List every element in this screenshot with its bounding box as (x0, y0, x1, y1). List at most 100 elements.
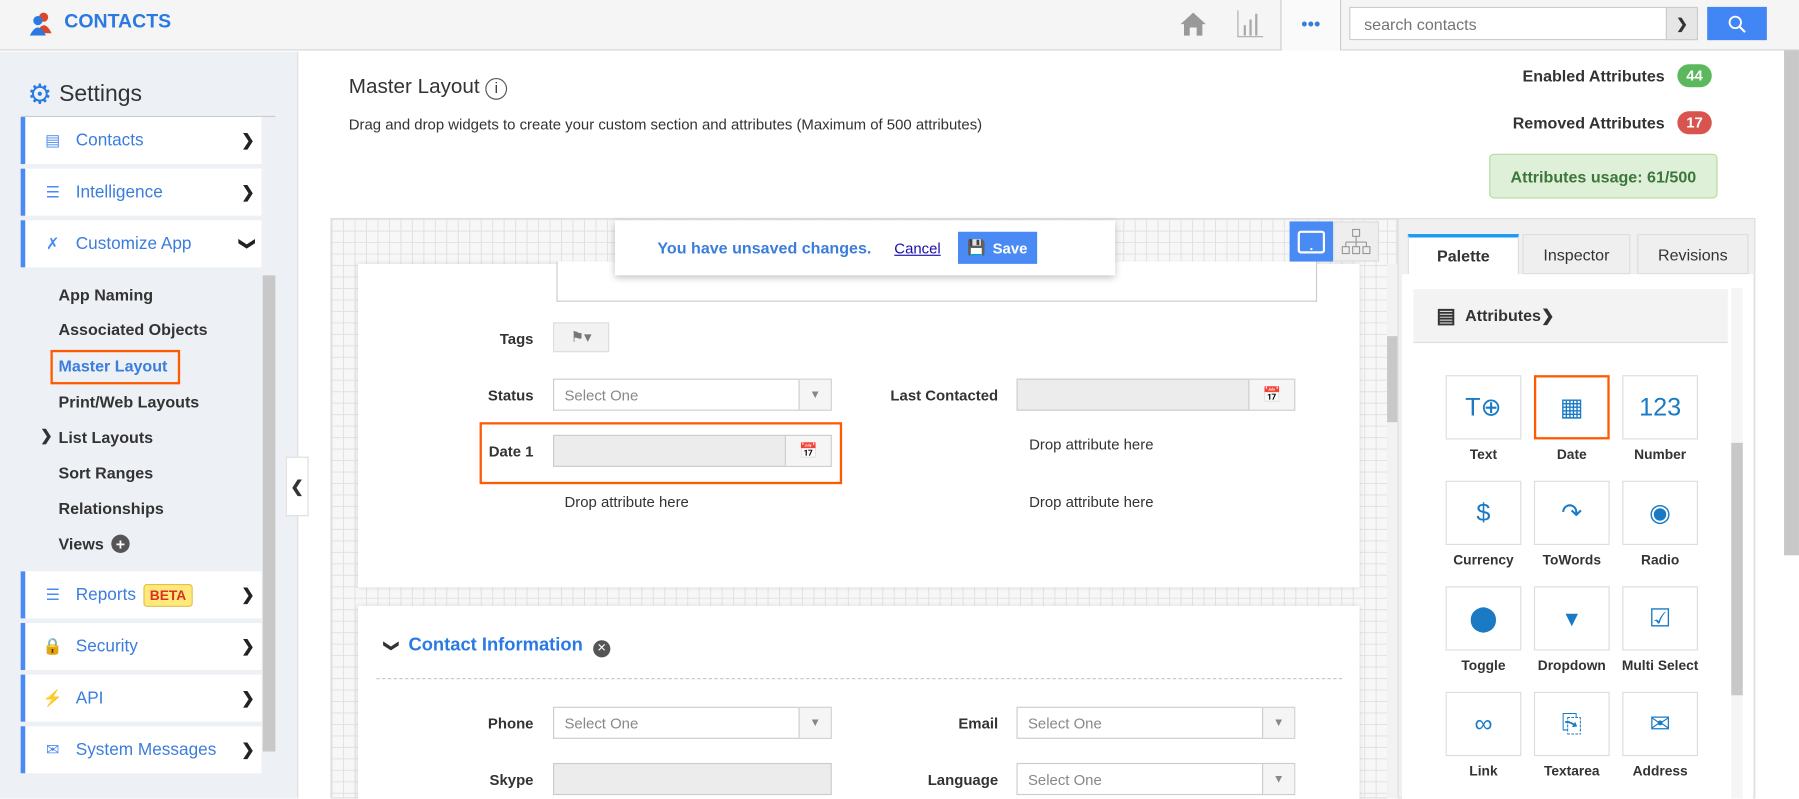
sitemap-icon (1341, 228, 1371, 254)
search-button[interactable] (1707, 6, 1767, 41)
widget-address[interactable]: ✉ (1622, 691, 1699, 757)
subitem-sort-ranges[interactable]: Sort Ranges (59, 464, 154, 482)
subitem-relationships[interactable]: Relationships (59, 499, 164, 517)
multi-select-icon: ☑ (1648, 603, 1672, 633)
chevron-right-icon: ❯ (241, 740, 255, 759)
subitem-print-web-layouts[interactable]: Print/Web Layouts (59, 392, 200, 410)
info-icon[interactable]: i (485, 78, 508, 100)
sidebar-item-reports[interactable]: ☰ Reports BETA ❯ (20, 571, 262, 619)
sidebar-item-contacts[interactable]: ▤ Contacts ❯ (20, 117, 262, 165)
subitem-associated-objects[interactable]: Associated Objects (59, 320, 208, 338)
chevron-down-icon[interactable]: ❯ (383, 640, 401, 653)
date1-input[interactable]: 📅 (552, 434, 832, 467)
drop-zone[interactable]: Drop attribute here (564, 493, 688, 510)
drop-zone[interactable]: Drop attribute here (1029, 493, 1153, 510)
subitem-master-layout[interactable]: Master Layout (59, 357, 168, 375)
desktop-view-button[interactable] (1289, 221, 1334, 262)
attributes-header[interactable]: ▤ Attributes ❯ (1413, 289, 1728, 344)
widget-label: Link (1469, 762, 1498, 780)
contacts-logo-icon (29, 12, 52, 36)
cancel-link[interactable]: Cancel (894, 239, 940, 256)
message-icon: ✉ (46, 740, 60, 759)
date1-label: Date 1 (488, 442, 534, 461)
widget-link[interactable]: ∞ (1445, 691, 1522, 757)
widget-label: Multi Select (1621, 657, 1699, 674)
widget-text[interactable]: T⊕ (1445, 375, 1522, 440)
widget-label: Date (1556, 446, 1587, 463)
language-label: Language (927, 770, 999, 789)
tags-dropdown-button[interactable]: ⚑ ▾ (552, 322, 610, 353)
tab-revisions[interactable]: Revisions (1637, 234, 1749, 275)
subitem-views[interactable]: Views (59, 535, 104, 553)
unsaved-changes-bar: You have unsaved changes. Cancel 💾 Save (614, 220, 1116, 276)
widget-date[interactable]: ▦ (1533, 375, 1610, 440)
language-select[interactable]: Select One ▼ (1016, 762, 1296, 796)
caret-down-icon: ▼ (1262, 764, 1295, 794)
chevron-down-icon: ❯ (239, 237, 258, 251)
caret-down-icon: ▼ (798, 707, 831, 738)
calendar-icon: ▦ (1559, 392, 1584, 422)
enabled-count-badge: 44 (1677, 64, 1712, 88)
widget-label: Text (1469, 446, 1498, 463)
drop-zone[interactable]: Drop attribute here (1029, 436, 1153, 453)
widget-textarea[interactable]: ⎘ (1533, 691, 1610, 757)
sidebar-item-system-messages[interactable]: ✉ System Messages ❯ (20, 726, 262, 774)
widget-number[interactable]: 123 (1622, 375, 1699, 440)
phone-select[interactable]: Select One ▼ (552, 706, 832, 739)
search-icon (1728, 15, 1746, 33)
search-dropdown-chevron-icon[interactable]: ❯ (1665, 6, 1699, 41)
skype-input[interactable] (552, 762, 832, 796)
sidebar-item-label: System Messages (75, 740, 217, 760)
sidebar-scrollbar[interactable] (262, 275, 276, 752)
widget-towords[interactable]: ↷ (1533, 480, 1610, 545)
widget-currency[interactable]: $ (1445, 480, 1522, 545)
removed-attributes[interactable]: Removed Attributes 17 (1512, 111, 1712, 135)
sidebar-item-intelligence[interactable]: ☰ Intelligence ❯ (20, 168, 262, 216)
last-contacted-input[interactable]: 📅 (1016, 378, 1296, 411)
radio-icon: ◉ (1649, 497, 1672, 527)
more-menu-button[interactable]: ••• (1280, 0, 1342, 51)
beta-badge: BETA (142, 583, 194, 607)
page-scrollbar[interactable] (1784, 50, 1799, 556)
remove-section-icon[interactable]: ✕ (593, 640, 611, 658)
sidebar-item-customize-app[interactable]: ✗ Customize App ❯ (20, 220, 262, 268)
textarea-icon: ⎘ (1561, 709, 1582, 738)
tools-icon: ✗ (46, 234, 60, 253)
calendar-icon[interactable]: 📅 (1248, 379, 1295, 410)
tab-inspector[interactable]: Inspector (1522, 234, 1631, 275)
floppy-icon: 💾 (967, 238, 986, 256)
widget-multi-select[interactable]: ☑ (1622, 586, 1699, 651)
removed-label: Removed Attributes (1512, 113, 1665, 132)
app-title: CONTACTS (64, 10, 172, 33)
currency-icon: $ (1476, 497, 1491, 527)
widget-toggle[interactable]: ⬤ (1445, 586, 1522, 651)
add-view-plus-icon[interactable]: + (111, 534, 130, 553)
subitem-app-naming[interactable]: App Naming (59, 286, 154, 304)
unsaved-message: You have unsaved changes. (657, 238, 872, 257)
calendar-icon[interactable]: 📅 (784, 435, 831, 466)
palette-scrollbar[interactable] (1731, 442, 1743, 696)
sidebar-item-label: Contacts (75, 130, 144, 151)
home-icon[interactable] (1179, 10, 1207, 38)
sidebar-item-api[interactable]: ⚡ API ❯ (20, 674, 262, 722)
enabled-attributes: Enabled Attributes 44 (1523, 64, 1712, 88)
widget-dropdown[interactable]: ▾ (1533, 586, 1610, 651)
sidebar-item-security[interactable]: 🔒 Security ❯ (20, 622, 262, 671)
save-button[interactable]: 💾 Save (957, 231, 1037, 264)
lock-icon: 🔒 (42, 636, 63, 656)
email-select[interactable]: Select One ▼ (1016, 706, 1296, 739)
widget-radio[interactable]: ◉ (1622, 480, 1699, 545)
status-select[interactable]: Select One ▼ (552, 378, 832, 411)
chart-icon[interactable] (1237, 9, 1265, 39)
search-input[interactable] (1349, 6, 1668, 41)
attributes-usage: Attributes usage: 61/500 (1489, 153, 1718, 199)
removed-count-badge[interactable]: 17 (1677, 111, 1712, 135)
number-blocks-icon: 123 (1639, 392, 1682, 422)
sidebar-item-label: Customize App (75, 234, 192, 254)
section-title[interactable]: Contact Information (408, 636, 582, 657)
hierarchy-view-button[interactable] (1333, 221, 1380, 262)
subitem-list-layouts[interactable]: List Layouts (59, 428, 154, 446)
dropdown-icon: ▾ (1565, 603, 1579, 633)
tab-palette[interactable]: Palette (1407, 234, 1520, 275)
collapse-sidebar-button[interactable]: ❮ (285, 456, 309, 517)
